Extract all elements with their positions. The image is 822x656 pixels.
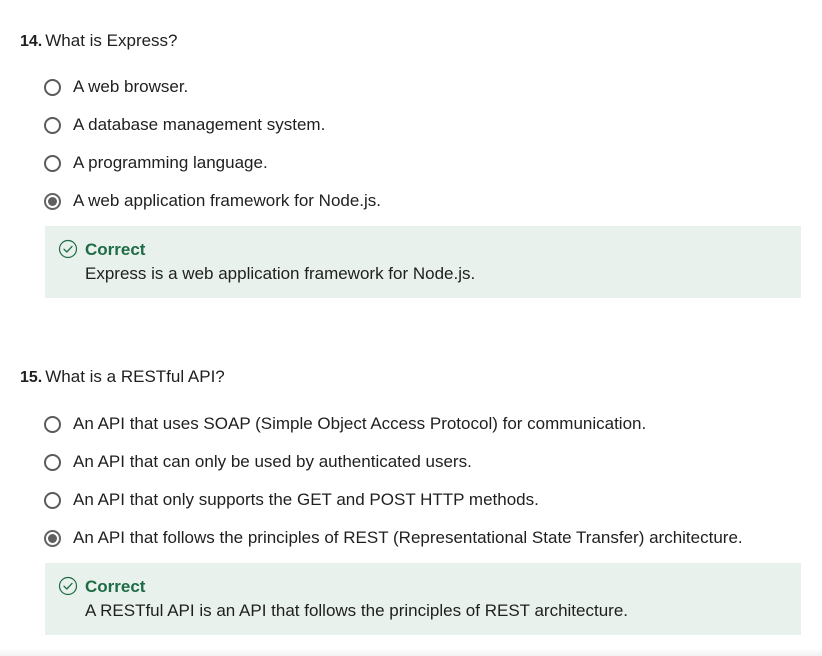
option-label: An API that only supports the GET and PO… bbox=[73, 490, 539, 509]
check-circle-icon bbox=[58, 576, 78, 596]
feedback-box: Correct Express is a web application fra… bbox=[45, 226, 801, 298]
option-database-management-system[interactable]: A database management system. bbox=[44, 113, 325, 137]
question-number: 14. bbox=[20, 33, 43, 50]
option-web-browser[interactable]: A web browser. bbox=[44, 75, 188, 99]
radio-button-selected[interactable] bbox=[44, 192, 61, 210]
feedback-status: Correct bbox=[85, 577, 146, 596]
feedback-box: Correct A RESTful API is an API that fol… bbox=[45, 563, 801, 635]
option-label: A web browser. bbox=[73, 77, 189, 96]
check-circle-icon bbox=[58, 239, 78, 259]
bottom-divider bbox=[0, 648, 822, 656]
option-label: An API that can only be used by authenti… bbox=[73, 452, 472, 471]
option-label: A database management system. bbox=[73, 115, 326, 134]
radio-button[interactable] bbox=[44, 491, 61, 509]
option-get-post-only[interactable]: An API that only supports the GET and PO… bbox=[44, 488, 539, 512]
option-authenticated-users[interactable]: An API that can only be used by authenti… bbox=[44, 450, 472, 474]
question-header: 14. What is Express? bbox=[20, 31, 178, 52]
option-label: An API that follows the principles of RE… bbox=[73, 528, 743, 547]
question-text: What is Express? bbox=[45, 31, 178, 50]
feedback-explanation: Express is a web application framework f… bbox=[85, 264, 476, 283]
option-web-application-framework[interactable]: A web application framework for Node.js. bbox=[44, 189, 381, 213]
radio-button[interactable] bbox=[44, 78, 61, 96]
question-text: What is a RESTful API? bbox=[45, 367, 225, 386]
radio-button[interactable] bbox=[44, 154, 61, 172]
option-rest-principles[interactable]: An API that follows the principles of RE… bbox=[44, 526, 743, 550]
option-soap-api[interactable]: An API that uses SOAP (Simple Object Acc… bbox=[44, 412, 646, 436]
feedback-explanation: A RESTful API is an API that follows the… bbox=[85, 601, 628, 620]
feedback-status: Correct bbox=[85, 240, 146, 259]
radio-button-selected[interactable] bbox=[44, 529, 61, 547]
option-label: A web application framework for Node.js. bbox=[73, 191, 382, 210]
radio-button[interactable] bbox=[44, 116, 61, 134]
option-label: An API that uses SOAP (Simple Object Acc… bbox=[73, 414, 647, 433]
question-header: 15. What is a RESTful API? bbox=[20, 367, 225, 388]
radio-button[interactable] bbox=[44, 453, 61, 471]
option-programming-language[interactable]: A programming language. bbox=[44, 151, 268, 175]
question-number: 15. bbox=[20, 369, 43, 386]
radio-button[interactable] bbox=[44, 415, 61, 433]
option-label: A programming language. bbox=[73, 153, 268, 172]
